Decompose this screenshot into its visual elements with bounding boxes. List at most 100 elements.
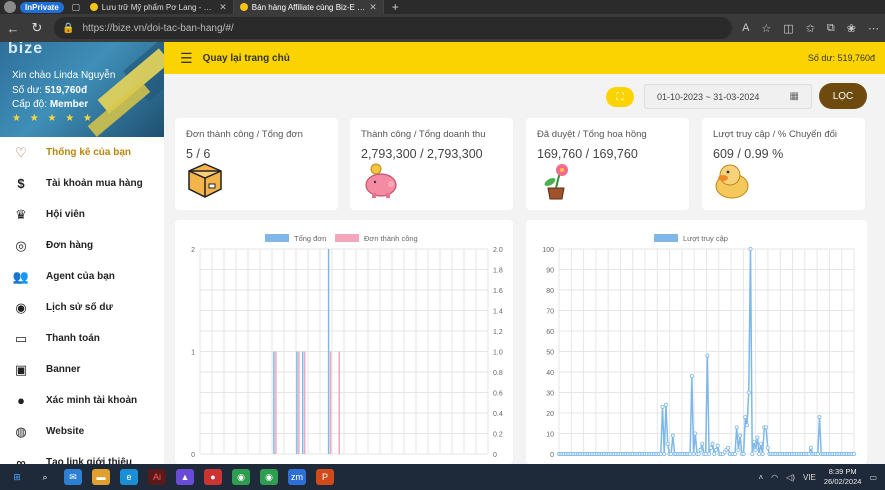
data-point [808,445,813,450]
browser-tab-1[interactable]: Lưu trữ Mỹ phẩm Pơ Lang - Biz-E ✕ [84,0,234,14]
fullscreen-button[interactable]: ⛶ [606,87,634,107]
duck-icon [715,164,749,199]
data-point [738,433,743,438]
data-point [748,246,753,251]
data-point [713,447,718,452]
data-point [698,447,703,452]
sidebar-item-label: Đơn hàng [46,240,94,251]
data-point [726,445,731,450]
y-tick: 80 [546,288,554,295]
sidebar-item-label: Hội viên [46,209,85,220]
data-point [700,441,705,446]
y-tick: 70 [546,309,554,316]
refresh-icon[interactable]: ↻ [30,20,44,36]
back-arrow-icon[interactable]: ← [6,21,20,36]
browser-tab-2[interactable]: Bán hàng Affiliate cùng Biz-E khô ✕ [233,0,384,14]
order-icon: ◎ [15,237,27,253]
photo-app-icon[interactable]: ● [204,469,222,485]
sidebar-item-4[interactable]: 👥 Agent của bạn [0,261,164,292]
extensions-icon[interactable]: ❀ [847,22,856,35]
data-point [658,451,663,456]
zoom-icon[interactable]: zm [288,469,306,485]
tab-actions-icon[interactable]: ▢ [68,2,84,13]
stat-label: Đơn thành công / Tổng đơn [186,129,303,140]
tab-close-icon[interactable]: ✕ [219,2,227,13]
data-point [708,445,713,450]
chrome-profile-icon[interactable]: ◉ [260,469,278,485]
tab-close-icon[interactable]: ✕ [369,2,377,13]
data-point [693,431,698,436]
illustrator-icon[interactable]: Ai [148,469,166,485]
favorites-icon[interactable]: ✩ [806,22,815,35]
data-point [705,353,710,358]
url-field[interactable]: 🔒 https://bize.vn/doi-tac-ban-hang/#/ [54,17,733,39]
card-icon: ▭ [14,330,28,346]
mail-icon[interactable]: ✉ [64,469,82,485]
windows-start-icon[interactable]: ⊞ [8,469,26,485]
search-icon[interactable]: ⌕ [36,469,54,485]
profile-avatar [4,1,16,13]
legend-swatch [335,234,359,242]
chrome-icon[interactable]: ◉ [232,469,250,485]
bize-logo[interactable]: bize [8,42,43,58]
data-point [670,433,675,438]
clock[interactable]: 8:39 PM 26/02/2024 [824,467,862,487]
notifications-icon[interactable]: ▭ [869,473,877,482]
data-point [696,451,701,456]
edge-browser-icon[interactable]: e [120,469,138,485]
collections-icon[interactable]: ⧉ [827,22,835,35]
data-point [757,451,762,456]
data-point [732,451,737,456]
language-indicator[interactable]: VIE [803,473,816,482]
data-point [734,425,739,430]
tray-chevron-icon[interactable]: ˄ [759,473,764,482]
sidebar-item-8[interactable]: ● Xác minh tài khoản [0,385,164,416]
split-screen-icon[interactable]: ◫ [783,22,793,35]
volume-icon[interactable]: ◁) [786,473,795,482]
sidebar-item-3[interactable]: ◎ Đơn hàng [0,230,164,261]
sidebar-item-2[interactable]: ♛ Hội viên [0,199,164,230]
file-explorer-icon[interactable]: ▬ [92,469,110,485]
y-tick-right: 1.8 [493,268,503,275]
lock-icon[interactable]: 🔒 [62,23,74,34]
wifi-icon[interactable]: ◠ [771,473,778,482]
legend-label: Đơn thành công [364,234,418,243]
new-tab-icon[interactable]: + [384,0,407,14]
sidebar-item-1[interactable]: $ Tài khoản mua hàng [0,168,164,199]
favorite-star-icon[interactable]: ☆ [761,22,771,35]
sidebar-menu: ♡ Thống kê của bạn $ Tài khoản mua hàng ♛ Hội… [0,137,164,464]
data-point [688,451,693,456]
y-tick: 100 [542,247,554,254]
tab-favicon-icon [239,3,248,11]
data-point [703,451,708,456]
sidebar-item-label: Banner [46,364,81,375]
sidebar-item-6[interactable]: ▭ Thanh toán [0,323,164,354]
inprivate-indicator[interactable]: InPrivate [0,0,68,14]
data-point [765,445,770,450]
visits-chart-card: 0 10 20 30 40 50 60 70 80 90 100 Lượt truy cập [526,220,867,464]
hamburger-menu-icon[interactable]: ☰ [180,50,193,67]
sidebar-item-label: Thanh toán [46,333,100,344]
sidebar-item-0[interactable]: ♡ Thống kê của bạn [0,137,164,168]
sidebar-item-10[interactable]: ∞ Tạo link giới thiệu [0,447,164,464]
date-range-picker[interactable]: 01-10-2023 ~ 31-03-2024 ▦ [644,84,812,109]
back-home-link[interactable]: Quay lại trang chủ [203,53,290,64]
url-text: https://bize.vn/doi-tac-ban-hang/#/ [82,22,234,34]
orders-chart: 0 0.2 0.4 0.6 0.8 1.0 1.2 1.4 1.6 1.8 2.0 0 1 2 Tổng đ… [191,234,503,459]
image-icon: ▣ [14,361,28,377]
data-point [745,423,750,428]
data-point [758,441,763,446]
y-tick-left: 1 [191,350,195,357]
calendar-icon: ▦ [789,91,799,102]
y-tick: 10 [546,432,554,439]
read-aloud-icon[interactable]: A [742,22,749,35]
data-point [712,451,717,456]
app-icon[interactable]: ▲ [176,469,194,485]
more-menu-icon[interactable]: ⋯ [868,22,879,35]
powerpoint-icon[interactable]: P [316,469,334,485]
sidebar-item-9[interactable]: ◍ Website [0,416,164,447]
data-point [710,441,715,446]
sidebar-item-7[interactable]: ▣ Banner [0,354,164,385]
filter-button[interactable]: LỌC [819,83,867,109]
sidebar-item-5[interactable]: ◉ Lịch sử số dư [0,292,164,323]
